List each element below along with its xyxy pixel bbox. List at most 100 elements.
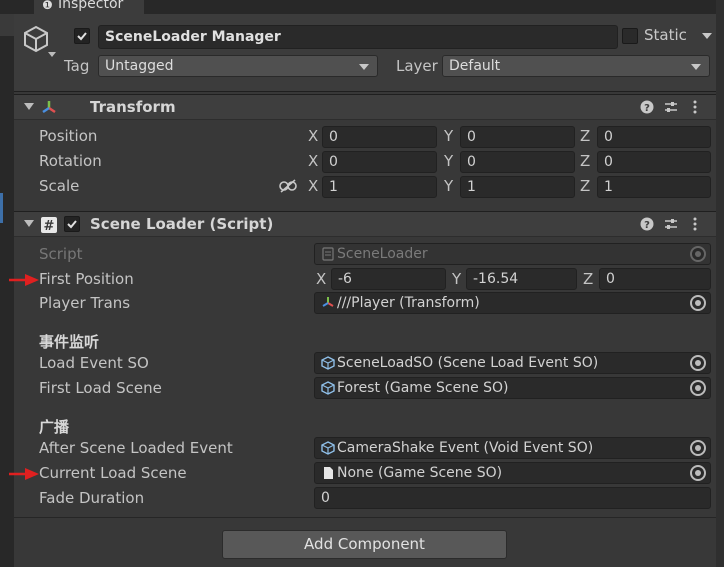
layer-label: Layer [396,57,438,75]
link-scale-icon[interactable] [279,179,297,193]
axis-y-label: Y [444,177,454,195]
scriptable-object-icon [321,441,335,455]
transform-header[interactable]: Transform ? [14,94,716,120]
transform-title: Transform [90,98,176,116]
first-position-z-input[interactable]: 0 [599,268,711,290]
object-name-input[interactable]: SceneLoader Manager [98,25,618,49]
object-picker-icon[interactable] [690,380,706,396]
inspector-header: SceneLoader Manager Static Tag Untagged … [14,14,716,92]
script-icon: # [41,217,57,234]
axis-y-label: Y [452,270,462,288]
foldout-arrow-icon[interactable] [24,103,34,110]
scene-loader-header[interactable]: # Scene Loader (Script) ? [14,211,716,237]
layer-dropdown[interactable]: Default [442,55,710,77]
component-enabled-checkbox[interactable] [64,216,80,232]
first-position-y-input[interactable]: -16.54 [466,268,577,290]
scriptable-object-icon [321,381,335,395]
scale-label: Scale [39,177,80,195]
object-picker-icon[interactable] [690,465,706,481]
section-events-header: 事件监听 [39,333,100,351]
help-icon[interactable]: ? [640,217,654,231]
load-event-label: Load Event SO [39,354,149,372]
scale-y-input[interactable]: 1 [460,176,575,198]
chevron-down-icon[interactable] [48,52,56,57]
load-event-value: SceneLoadSO (Scene Load Event SO) [337,355,599,371]
scriptable-object-icon [321,356,335,370]
rotation-y-input[interactable]: 0 [460,151,575,173]
tab-inspector[interactable]: ❶ Inspector [34,0,144,14]
axis-x-label: X [308,127,319,145]
current-load-scene-field[interactable]: None (Game Scene SO) [314,462,711,484]
axis-z-label: Z [580,127,591,145]
object-picker-icon[interactable] [690,440,706,456]
object-picker-icon[interactable] [690,295,706,311]
script-value: SceneLoader [337,246,428,262]
scale-x-input[interactable]: 1 [322,176,437,198]
chevron-down-icon [691,64,701,70]
player-trans-label: Player Trans [39,294,131,312]
player-trans-field[interactable]: ///Player (Transform) [314,292,711,314]
more-options-icon[interactable] [688,217,702,231]
fade-duration-input[interactable]: 0 [314,487,711,509]
first-position-x-input[interactable]: -6 [331,268,446,290]
active-checkbox[interactable] [74,28,90,44]
help-icon[interactable]: ? [640,100,654,114]
check-icon [67,220,77,229]
current-load-scene-value: None (Game Scene SO) [337,465,503,481]
tag-value: Untagged [105,58,174,74]
first-load-scene-value: Forest (Game Scene SO) [337,380,509,396]
tag-dropdown[interactable]: Untagged [98,55,378,77]
axis-z-label: Z [580,152,591,170]
position-label: Position [39,127,98,145]
axis-y-label: Y [444,127,454,145]
layer-value: Default [449,58,501,74]
player-trans-value: ///Player (Transform) [337,295,480,311]
static-dropdown-icon[interactable] [702,33,712,39]
chevron-down-icon [359,64,369,70]
after-scene-loaded-label: After Scene Loaded Event [39,439,233,457]
info-icon: ❶ [42,0,53,12]
document-icon [324,467,333,479]
tag-label: Tag [64,57,90,75]
scrollbar[interactable] [716,0,724,567]
tab-label: Inspector [58,0,124,12]
position-y-input[interactable]: 0 [460,126,575,148]
transform-icon [42,101,56,114]
object-picker-icon [690,246,706,262]
position-x-input[interactable]: 0 [322,126,437,148]
axis-z-label: Z [580,177,591,195]
preset-icon[interactable] [664,100,678,114]
gameobject-cube-icon[interactable] [22,24,50,54]
foldout-arrow-icon[interactable] [24,220,34,227]
tab-bar: ❶ Inspector [14,0,716,14]
svg-text:?: ? [644,220,650,231]
more-options-icon[interactable] [688,100,702,114]
axis-x-label: X [316,270,327,288]
static-label: Static [644,26,687,44]
static-checkbox[interactable] [622,28,638,44]
load-event-field[interactable]: SceneLoadSO (Scene Load Event SO) [314,352,711,374]
after-scene-loaded-field[interactable]: CameraShake Event (Void Event SO) [314,437,711,459]
transform-icon [322,297,334,307]
panel-notch [0,14,14,36]
rotation-x-input[interactable]: 0 [322,151,437,173]
script-label: Script [39,245,83,263]
script-field: SceneLoader [314,243,711,265]
first-load-scene-label: First Load Scene [39,379,162,397]
axis-z-label: Z [583,270,594,288]
axis-x-label: X [308,152,319,170]
position-z-input[interactable]: 0 [597,126,711,148]
object-picker-icon[interactable] [690,355,706,371]
scale-z-input[interactable]: 1 [597,176,711,198]
fade-duration-label: Fade Duration [39,489,145,507]
annotation-arrow-icon [9,274,39,286]
first-load-scene-field[interactable]: Forest (Game Scene SO) [314,377,711,399]
after-scene-loaded-value: CameraShake Event (Void Event SO) [337,440,594,456]
axis-y-label: Y [444,152,454,170]
scene-loader-title: Scene Loader (Script) [90,215,274,233]
add-component-button[interactable]: Add Component [222,530,507,559]
axis-x-label: X [308,177,319,195]
preset-icon[interactable] [664,217,678,231]
rotation-z-input[interactable]: 0 [597,151,711,173]
svg-text:#: # [44,219,55,234]
